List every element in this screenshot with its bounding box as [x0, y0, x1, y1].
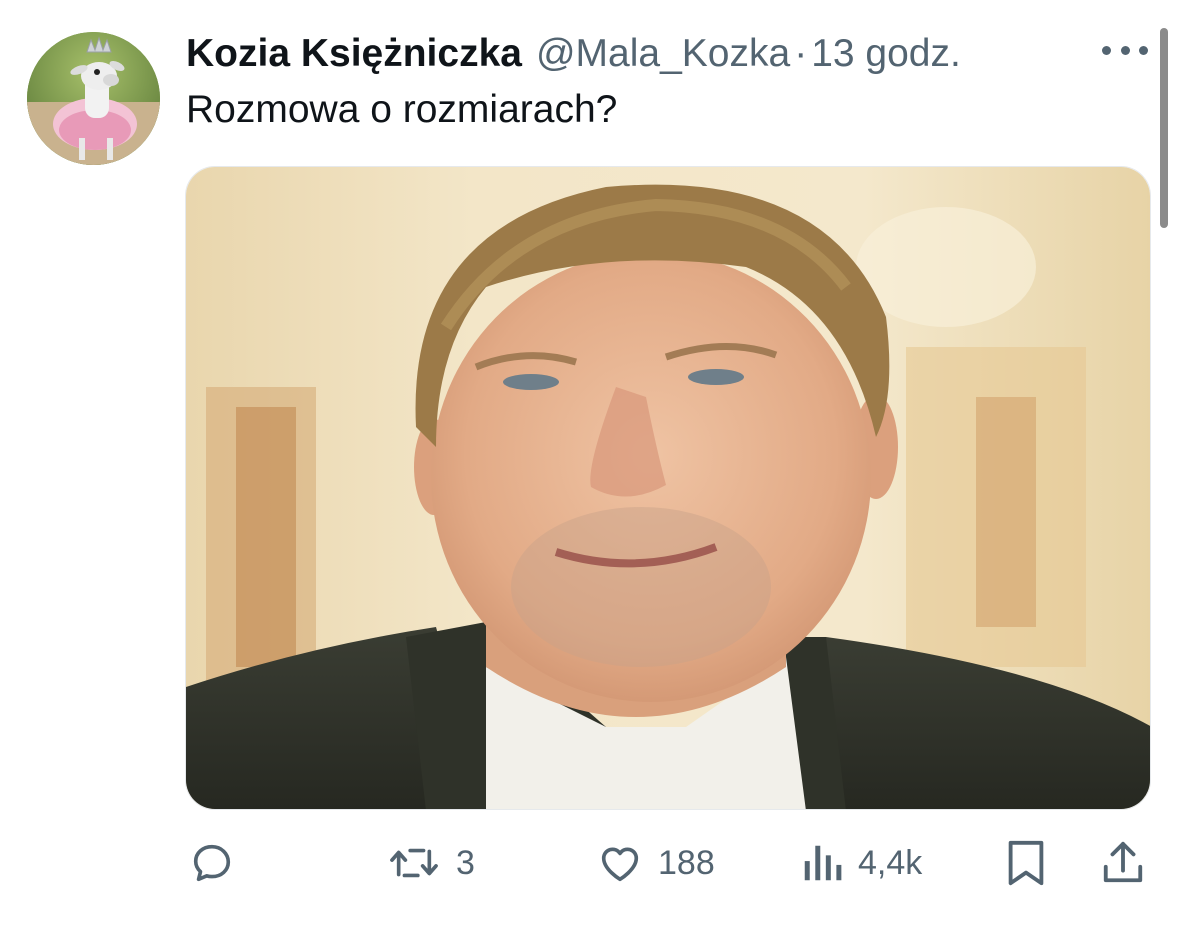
photo-of-smiling-man-in-suit	[186, 167, 1150, 809]
share-icon	[1103, 841, 1143, 883]
tweet-text: Rozmowa o rozmiarach?	[186, 88, 618, 131]
header-separator: ·	[794, 32, 808, 75]
more-dot	[1102, 45, 1111, 55]
views-count: 4,4k	[858, 843, 923, 882]
views-bar-chart-icon	[804, 845, 842, 881]
goat-avatar-image	[27, 32, 160, 165]
author-handle[interactable]: @Mala_Kozka	[536, 32, 790, 76]
retweet-button[interactable]: 3	[386, 828, 475, 898]
retweet-icon	[390, 848, 438, 878]
like-button[interactable]: 188	[596, 828, 715, 898]
retweet-count: 3	[456, 843, 475, 882]
bookmark-button[interactable]	[1004, 828, 1048, 898]
scrollbar-thumb[interactable]	[1160, 28, 1168, 228]
like-count: 188	[658, 843, 715, 882]
more-dot	[1120, 45, 1130, 55]
more-options-icon[interactable]	[1102, 38, 1148, 62]
reply-icon	[193, 844, 231, 882]
heart-icon	[601, 847, 639, 882]
tweet-media-photo[interactable]	[185, 166, 1151, 810]
tweet[interactable]: Kozia Księżniczka @Mala_Kozka · 13 godz.…	[0, 0, 1179, 925]
tweet-header: Kozia Księżniczka @Mala_Kozka · 13 godz.	[186, 28, 1119, 80]
bookmark-icon	[1008, 840, 1044, 886]
reply-button[interactable]	[189, 828, 235, 898]
author-avatar[interactable]	[27, 32, 160, 165]
views-button[interactable]: 4,4k	[800, 828, 922, 898]
author-display-name[interactable]: Kozia Księżniczka	[186, 32, 522, 76]
more-dot	[1139, 45, 1148, 55]
tweet-timestamp[interactable]: 13 godz.	[811, 32, 961, 76]
share-button[interactable]	[1100, 828, 1146, 898]
tweet-actions-bar: 3 188 4,4k	[0, 828, 1179, 898]
